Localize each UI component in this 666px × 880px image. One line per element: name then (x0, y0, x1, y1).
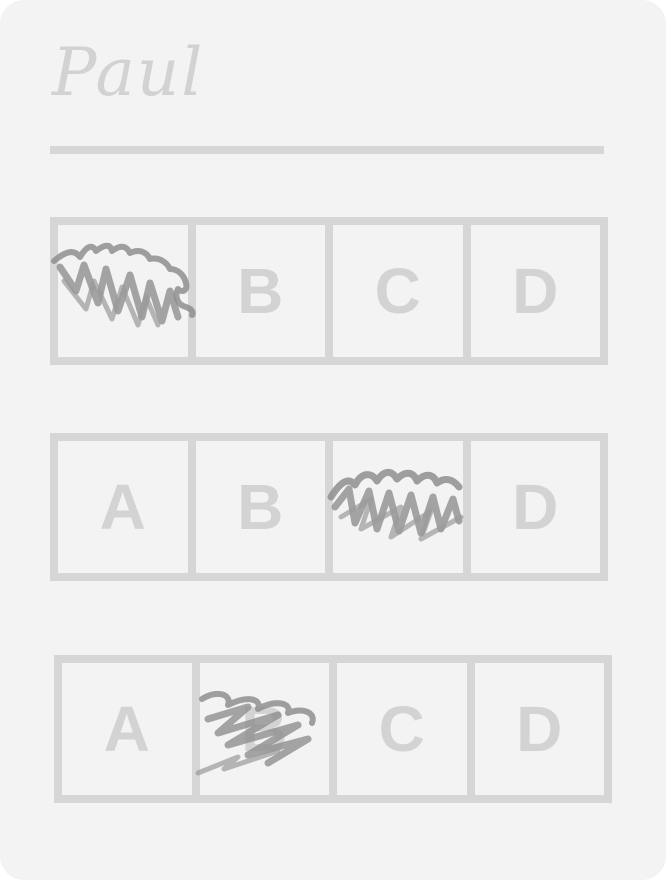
option-a-cell[interactable]: A (62, 663, 200, 795)
option-letter: D (516, 693, 563, 765)
question-row-3: A B C D (54, 655, 612, 803)
option-b-cell[interactable]: B (195, 663, 337, 795)
question-row-2: A B C D (50, 433, 608, 581)
pencil-scribble-mark (51, 242, 196, 328)
option-c-cell[interactable]: C (333, 225, 471, 357)
option-c-cell[interactable]: C (327, 441, 471, 573)
option-d-cell[interactable]: D (475, 663, 605, 795)
option-letter: B (241, 693, 288, 765)
answer-sheet-card: Paul A B C D A B C (0, 0, 666, 880)
option-a-cell[interactable]: A (58, 441, 196, 573)
option-letter: A (99, 471, 146, 543)
option-letter: B (237, 255, 284, 327)
option-letter: D (512, 471, 559, 543)
question-row-1: A B C D (50, 217, 608, 365)
option-letter: C (374, 255, 421, 327)
option-d-cell[interactable]: D (471, 225, 601, 357)
option-b-cell[interactable]: B (196, 225, 333, 357)
student-name: Paul (52, 34, 205, 111)
option-letter: A (103, 693, 150, 765)
option-a-cell[interactable]: A (51, 225, 196, 357)
option-c-cell[interactable]: C (337, 663, 475, 795)
option-letter: B (237, 471, 284, 543)
option-b-cell[interactable]: B (196, 441, 333, 573)
option-letter: D (512, 255, 559, 327)
option-d-cell[interactable]: D (471, 441, 601, 573)
pencil-scribble-mark (327, 469, 464, 542)
name-underline (50, 146, 604, 154)
option-letter: C (378, 693, 425, 765)
